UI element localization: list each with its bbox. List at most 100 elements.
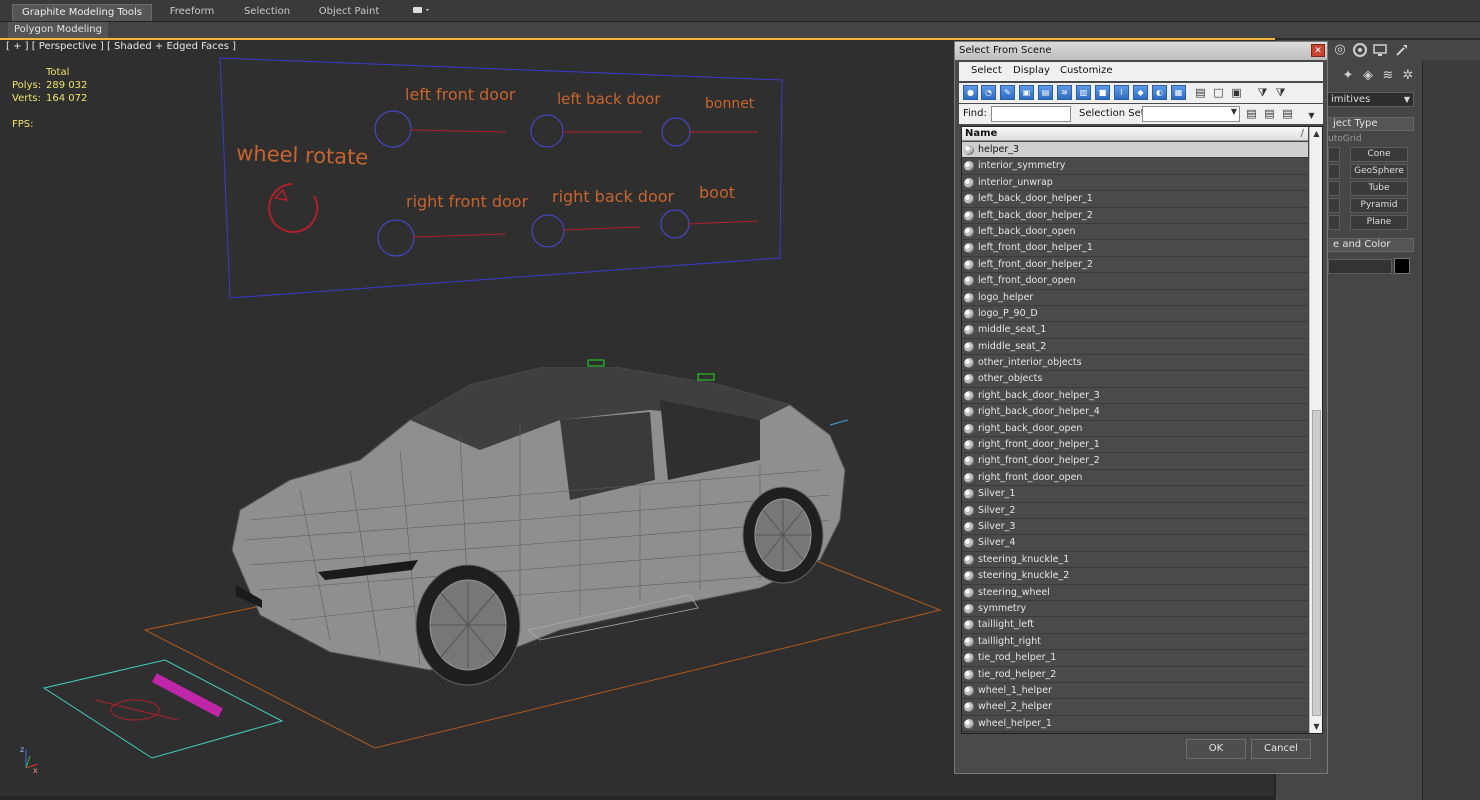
select-none-icon[interactable]: □ <box>1211 85 1226 100</box>
list-item[interactable]: taillight_left <box>962 617 1308 634</box>
list-item[interactable]: steering_wheel <box>962 584 1308 601</box>
tube-button[interactable]: Tube <box>1350 181 1408 196</box>
list-item[interactable]: wheel_2_helper <box>962 699 1308 716</box>
tab-graphite-modeling-tools[interactable]: Graphite Modeling Tools <box>12 4 152 21</box>
list-item[interactable]: other_interior_objects <box>962 355 1308 372</box>
menu-select[interactable]: Select <box>971 65 1002 76</box>
object-name-field[interactable] <box>1328 259 1392 274</box>
list-item[interactable]: middle_seat_1 <box>962 322 1308 339</box>
list-item[interactable]: wheel_helper_1 <box>962 715 1308 733</box>
scroll-up-icon[interactable]: ▲ <box>1310 127 1322 140</box>
selection-set-remove-icon[interactable]: ▤ <box>1280 106 1295 121</box>
selection-set-add-icon[interactable]: ▤ <box>1262 106 1277 121</box>
display-helpers-icon[interactable]: ▤ <box>1038 85 1053 100</box>
display-cameras-icon[interactable]: ▣ <box>1019 85 1034 100</box>
display-bones-icon[interactable]: ⌇ <box>1114 85 1129 100</box>
find-input[interactable] <box>991 106 1071 122</box>
primitives-dropdown[interactable]: imitives ▼ <box>1326 92 1414 107</box>
list-item[interactable]: symmetry <box>962 600 1308 618</box>
list-scrollbar[interactable]: ▲ ▼ <box>1309 127 1322 733</box>
object-color-swatch[interactable] <box>1394 258 1410 274</box>
list-item[interactable]: tie_rod_helper_2 <box>962 666 1308 683</box>
chevron-down-icon[interactable]: ▼ <box>1304 108 1319 123</box>
filter-options-icon[interactable]: ⧩ <box>1273 85 1288 100</box>
object-type-rollout[interactable]: ject Type <box>1326 117 1414 131</box>
list-item[interactable]: left_back_door_helper_2 <box>962 207 1308 224</box>
filter-icon[interactable]: ⧩ <box>1255 85 1270 100</box>
plane-button[interactable]: Plane <box>1350 215 1408 230</box>
list-item[interactable]: right_back_door_helper_3 <box>962 387 1308 405</box>
motion-icon[interactable] <box>1352 42 1368 58</box>
primitive-button-left-3[interactable] <box>1328 181 1340 196</box>
primitive-button-left-1[interactable] <box>1328 147 1340 162</box>
list-item[interactable]: steering_knuckle_1 <box>962 551 1308 569</box>
geosphere-button[interactable]: GeoSphere <box>1350 164 1408 179</box>
display-groups-icon[interactable]: ▥ <box>1076 85 1091 100</box>
display-shapes-icon[interactable]: ◔ <box>981 85 996 100</box>
list-item[interactable]: taillight_right <box>962 633 1308 651</box>
tab-object-paint[interactable]: Object Paint <box>312 4 386 21</box>
tab-selection[interactable]: Selection <box>236 4 298 21</box>
list-item[interactable]: steering_knuckle_2 <box>962 568 1308 585</box>
pyramid-button[interactable]: Pyramid <box>1350 198 1408 213</box>
list-item[interactable]: other_objects <box>962 371 1308 388</box>
display-containers-icon[interactable]: ◆ <box>1133 85 1148 100</box>
dialog-title-bar[interactable]: Select From Scene ✕ <box>955 42 1327 60</box>
display-hidden-icon[interactable]: ▦ <box>1171 85 1186 100</box>
list-item[interactable]: left_back_door_open <box>962 223 1308 241</box>
list-item[interactable]: right_front_door_helper_1 <box>962 437 1308 454</box>
display-icon[interactable] <box>1372 42 1388 58</box>
primitive-button-left-4[interactable] <box>1328 198 1340 213</box>
name-and-color-rollout[interactable]: e and Color <box>1326 238 1414 252</box>
cancel-button[interactable]: Cancel <box>1251 739 1311 759</box>
list-item[interactable]: right_front_door_helper_2 <box>962 453 1308 470</box>
display-lights-icon[interactable]: ✎ <box>1000 85 1015 100</box>
select-all-icon[interactable]: ▤ <box>1193 85 1208 100</box>
list-item[interactable]: interior_unwrap <box>962 174 1308 192</box>
list-item[interactable]: middle_seat_2 <box>962 338 1308 356</box>
list-item[interactable]: tie_rod_helper_1 <box>962 650 1308 667</box>
list-item[interactable]: left_back_door_helper_1 <box>962 191 1308 208</box>
list-item[interactable]: Silver_4 <box>962 535 1308 552</box>
primitive-button-left-5[interactable] <box>1328 215 1340 230</box>
tab-freeform[interactable]: Freeform <box>160 4 224 21</box>
list-item[interactable]: interior_symmetry <box>962 158 1308 175</box>
list-item[interactable]: right_back_door_helper_4 <box>962 404 1308 421</box>
display-space-warps-icon[interactable]: ≋ <box>1057 85 1072 100</box>
list-item[interactable]: left_front_door_helper_1 <box>962 240 1308 257</box>
list-item[interactable]: wheel_1_helper <box>962 682 1308 700</box>
display-geometry-icon[interactable]: ● <box>963 85 978 100</box>
space-warps-icon[interactable]: ≋ <box>1380 68 1396 84</box>
list-item[interactable]: Silver_1 <box>962 486 1308 503</box>
menu-display[interactable]: Display <box>1013 65 1050 76</box>
viewport-label[interactable]: [ + ] [ Perspective ] [ Shaded + Edged F… <box>6 41 236 52</box>
systems-icon[interactable]: ✲ <box>1400 68 1416 84</box>
polygon-modeling-panel[interactable]: Polygon Modeling <box>8 22 108 38</box>
ribbon-options-icon[interactable] <box>408 4 434 21</box>
close-icon[interactable]: ✕ <box>1311 44 1325 57</box>
cameras-icon[interactable]: ✦ <box>1340 68 1356 84</box>
list-item[interactable]: right_front_door_open <box>962 469 1308 487</box>
cone-button[interactable]: Cone <box>1350 147 1408 162</box>
scroll-down-icon[interactable]: ▼ <box>1310 720 1322 733</box>
utilities-icon[interactable] <box>1394 42 1410 58</box>
helpers-icon[interactable]: ◈ <box>1360 68 1376 84</box>
list-item[interactable]: logo_helper <box>962 289 1308 306</box>
display-frozen-icon[interactable]: ◐ <box>1152 85 1167 100</box>
list-item[interactable]: left_front_door_helper_2 <box>962 256 1308 274</box>
scrollbar-thumb[interactable] <box>1312 410 1321 716</box>
selection-set-edit-icon[interactable]: ▤ <box>1244 106 1259 121</box>
list-item[interactable]: Silver_2 <box>962 502 1308 519</box>
menu-customize[interactable]: Customize <box>1060 65 1113 76</box>
column-header-name[interactable]: Name / <box>962 127 1308 141</box>
hierarchy-icon[interactable]: ◎ <box>1332 42 1348 58</box>
primitive-button-left-2[interactable] <box>1328 164 1340 179</box>
ok-button[interactable]: OK <box>1186 739 1246 759</box>
list-item[interactable]: logo_P_90_D <box>962 305 1308 323</box>
select-invert-icon[interactable]: ▣ <box>1229 85 1244 100</box>
list-item[interactable]: left_front_door_open <box>962 273 1308 290</box>
selection-set-dropdown[interactable]: ▼ <box>1142 106 1240 122</box>
list-item[interactable]: right_back_door_open <box>962 420 1308 438</box>
display-xrefs-icon[interactable]: ■ <box>1095 85 1110 100</box>
list-item[interactable]: helper_3 <box>962 142 1308 159</box>
